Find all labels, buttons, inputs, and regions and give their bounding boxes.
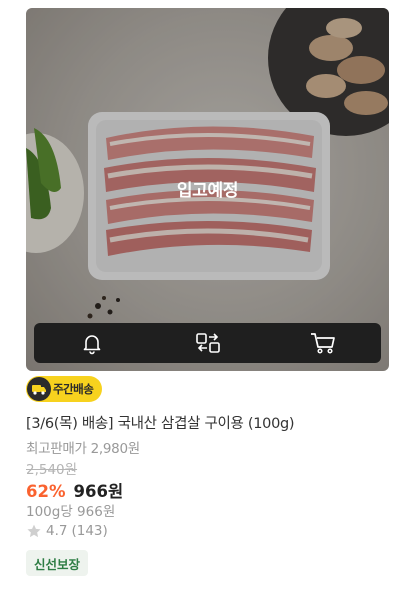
- product-image[interactable]: 입고예정: [26, 8, 389, 371]
- price-currency: 원: [107, 482, 124, 501]
- sale-price: 966: [73, 482, 108, 501]
- rating: 4.7 (143): [26, 523, 108, 539]
- weekly-delivery-badge: 주간배송: [26, 376, 102, 402]
- fresh-guarantee-tag: 신선보장: [26, 550, 89, 576]
- restock-label: 입고예정: [176, 181, 239, 201]
- unit-price: 100g당 966원: [26, 504, 116, 520]
- badge-label: 주간배송: [53, 382, 94, 396]
- cart-icon: [311, 333, 336, 354]
- compare-button[interactable]: [150, 323, 266, 363]
- notify-button[interactable]: [34, 323, 150, 363]
- original-price: 2,540원: [26, 462, 78, 478]
- discount-rate: 62%: [26, 482, 66, 501]
- star-icon: [27, 524, 41, 538]
- review-count: (143): [71, 523, 108, 539]
- product-title[interactable]: [3/6(목) 배송] 국내산 삼겹살 구이용 (100g): [26, 412, 295, 433]
- max-price-label: 최고판매가 2,980원: [26, 441, 140, 457]
- add-to-cart-button[interactable]: [265, 323, 381, 363]
- product-card[interactable]: 입고예정: [26, 8, 389, 371]
- truck-icon: [27, 377, 51, 401]
- swap-icon: [195, 333, 220, 353]
- action-bar: [34, 323, 381, 363]
- bell-icon: [83, 335, 101, 355]
- rating-value: 4.7: [46, 523, 68, 539]
- sale-price-row: 62% 966 원: [26, 478, 123, 502]
